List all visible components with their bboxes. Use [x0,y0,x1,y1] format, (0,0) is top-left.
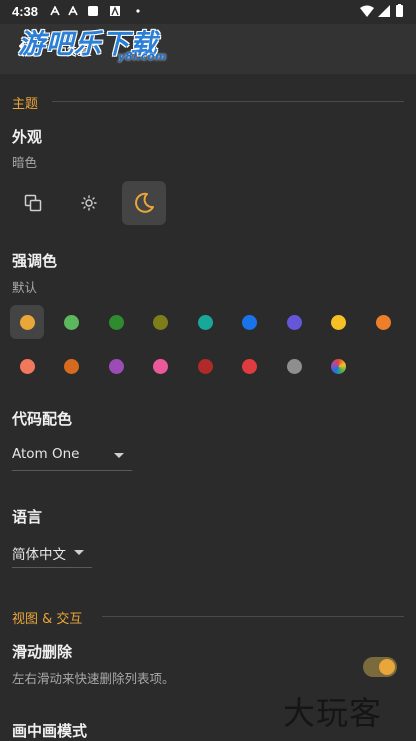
accent-color-label: 强调色 [12,252,58,270]
status-time: 4:38 [12,4,39,19]
code-color-label: 代码配色 [12,410,73,428]
accent-color-swatch[interactable] [188,305,222,339]
swipe-delete-label: 滑动删除 [12,643,73,661]
battery-icon [396,4,403,17]
accent-color-swatch[interactable] [144,349,178,383]
color-dot [331,314,346,330]
accent-color-swatch[interactable] [10,349,44,383]
color-dot [197,358,213,374]
color-dot [286,358,302,374]
section-divider [52,101,404,102]
accent-color-swatch[interactable] [322,349,356,383]
accent-color-swatch[interactable] [277,349,311,383]
accent-color-swatch[interactable] [277,305,311,339]
color-dot [64,358,79,374]
watermark-url: y8l.com [118,50,167,63]
corner-watermark: 大玩客 [283,694,383,732]
color-dot [64,314,79,330]
moon-icon [135,192,154,213]
follow-system-button[interactable] [11,181,55,225]
top-app-bar: ← 设置 游吧乐下载 y8l.com [0,24,416,74]
app-a-box-icon [110,6,120,16]
accent-color-swatch[interactable] [144,305,178,339]
signal-icon [378,5,390,17]
dark-mode-button[interactable] [122,181,166,225]
accent-color-swatch[interactable] [55,349,89,383]
accent-color-swatch[interactable] [188,349,222,383]
accent-color-swatch[interactable] [99,305,133,339]
accent-color-swatch[interactable] [233,349,267,383]
accent-color-swatch[interactable] [55,305,89,339]
color-dot [331,358,346,374]
color-dot [108,314,124,330]
swipe-delete-description: 左右滑动来快速删除列表项。 [12,671,175,686]
language-label: 语言 [12,508,43,526]
accent-color-swatch[interactable] [233,305,267,339]
color-dot [108,358,124,374]
color-dot [19,358,35,374]
sun-icon [81,195,97,211]
language-selected: 简体中文 [12,547,66,563]
color-dot [153,314,168,330]
accent-color-value: 默认 [12,280,38,295]
light-mode-button[interactable] [67,181,111,225]
color-dot [19,314,35,330]
section-divider [102,616,404,617]
watermark-logo: 游吧乐下载 y8l.com [18,22,188,68]
color-dot [242,358,257,374]
color-dot [153,358,168,374]
chevron-down-icon [74,550,84,555]
appearance-label: 外观 [12,128,43,146]
toggle-knob [379,659,395,675]
color-dot [375,314,391,330]
color-dot [197,314,213,330]
follow-system-icon [24,194,42,212]
section-header-theme: 主题 [12,97,39,112]
color-dot [242,314,257,330]
chevron-down-icon [114,453,124,458]
accent-color-swatch[interactable] [366,305,400,339]
app-a-icon [68,6,78,16]
more-notifications-dot-icon [136,9,140,13]
color-dot [286,314,302,330]
section-header-view: 视图 & 交互 [12,612,83,627]
accent-color-swatch[interactable] [99,349,133,383]
pip-mode-label: 画中画模式 [12,722,88,740]
status-bar: 4:38 [0,0,416,24]
appearance-value: 暗色 [12,155,38,170]
code-color-dropdown[interactable]: Atom One [12,446,132,471]
app-square-icon [88,6,98,16]
swipe-delete-toggle[interactable] [363,657,397,677]
accent-color-swatch[interactable] [10,305,44,339]
code-color-selected: Atom One [12,446,80,462]
wifi-icon [360,5,374,17]
accent-color-swatch[interactable] [322,305,356,339]
language-dropdown[interactable]: 简体中文 [12,543,92,568]
app-a-icon [50,6,60,16]
